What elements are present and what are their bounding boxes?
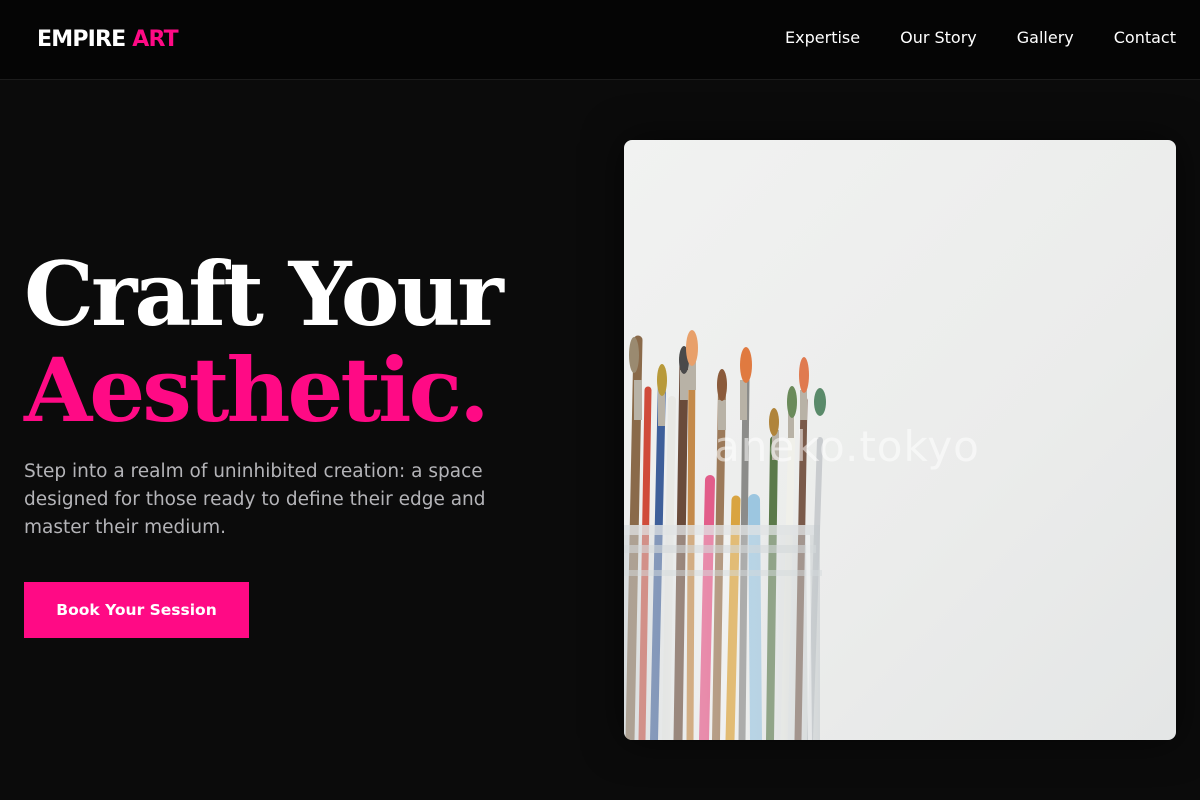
nav-link-our-story[interactable]: Our Story [900, 28, 977, 48]
hero-title-line1: Craft Your [24, 242, 504, 346]
main-nav: Expertise Our Story Gallery Contact [785, 28, 1176, 48]
hero-image: aneko.tokyo [624, 140, 1176, 740]
nav-link-expertise[interactable]: Expertise [785, 28, 860, 48]
nav-link-gallery[interactable]: Gallery [1017, 28, 1074, 48]
hero-description: Step into a realm of uninhibited creatio… [24, 461, 486, 538]
site-logo[interactable]: EMPIRE ART [37, 27, 179, 53]
logo-accent-text: ART [132, 27, 178, 52]
glass-jar [624, 525, 822, 740]
hero-title-line2: Aesthetic. [24, 338, 490, 442]
logo-primary-text: EMPIRE [37, 27, 126, 52]
site-header: EMPIRE ART Expertise Our Story Gallery C… [0, 0, 1200, 80]
nav-link-contact[interactable]: Contact [1114, 28, 1176, 48]
book-session-button[interactable]: Book Your Session [24, 582, 249, 638]
hero-title: Craft Your Aesthetic. [24, 246, 584, 438]
image-watermark: aneko.tokyo [714, 422, 980, 471]
